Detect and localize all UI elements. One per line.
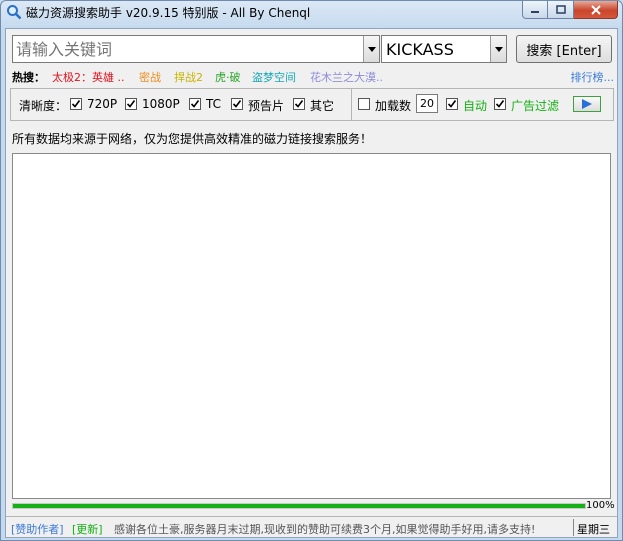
hot-item[interactable]: 密战 [139, 69, 161, 85]
checkmark-icon [126, 100, 136, 108]
hot-search-bar: 热搜： 太极2：英雄 .. 密战 捍战2 虎·破 盗梦空间 花木兰之大漠.. 排… [12, 69, 616, 85]
results-list[interactable] [12, 153, 611, 499]
checkbox-ad-filter[interactable] [494, 98, 506, 110]
label-720p: 720P [87, 97, 118, 111]
status-separator [573, 519, 574, 536]
ad-filter-label: 广告过滤 [511, 99, 560, 113]
clarity-label: 清晰度： [19, 99, 68, 113]
checkbox-1080p[interactable] [125, 98, 137, 110]
filter-options: 清晰度： 720P 1080P TC 预告片 其它 加载数 20 自动 广告过滤 [10, 88, 614, 121]
play-icon [582, 99, 592, 109]
checkmark-icon [71, 100, 81, 108]
status-weekday: 星期三 [577, 523, 610, 536]
keyword-dropdown-button[interactable] [363, 36, 379, 62]
magnet-search-icon [6, 4, 22, 20]
checkbox-other[interactable] [293, 98, 305, 110]
main-panel: KICKASS 搜索 [Enter] 热搜： 太极2：英雄 .. 密战 捍战2 … [5, 28, 618, 538]
sponsor-link[interactable]: [赞助作者] [11, 521, 64, 537]
notice-text: 所有数据均来源于网络，仅为您提供高效精准的磁力链接搜索服务！ [12, 132, 373, 146]
options-divider [351, 89, 352, 120]
hot-search-label: 热搜： [12, 71, 45, 84]
checkmark-icon [447, 100, 457, 108]
hot-item[interactable]: 盗梦空间 [252, 69, 296, 85]
hot-item[interactable]: 太极2：英雄 .. [52, 69, 125, 85]
label-trailer: 预告片 [248, 99, 285, 113]
checkbox-auto[interactable] [446, 98, 458, 110]
checkmark-icon [495, 100, 505, 108]
window-title: 磁力资源搜索助手 v20.9.15 特别版 - All By Chenql [26, 6, 311, 20]
close-button[interactable] [574, 1, 618, 19]
checkmark-icon [294, 100, 304, 108]
progress-percent: 100% [586, 500, 615, 511]
play-button[interactable] [573, 96, 601, 112]
checkbox-720p[interactable] [70, 98, 82, 110]
hot-item[interactable]: 捍战2 [174, 69, 203, 85]
progress-fill [13, 504, 585, 508]
chevron-down-icon [494, 46, 503, 52]
checkmark-icon [190, 100, 200, 108]
site-dropdown-button[interactable] [490, 36, 506, 62]
label-other: 其它 [310, 99, 335, 113]
maximize-button[interactable] [548, 1, 574, 19]
site-select[interactable]: KICKASS [381, 35, 507, 63]
window-controls [522, 1, 618, 20]
maximize-icon [555, 5, 566, 14]
app-window: 磁力资源搜索助手 v20.9.15 特别版 - All By Chenql KI… [0, 0, 623, 541]
auto-label: 自动 [463, 99, 488, 113]
site-selected-value: KICKASS [386, 40, 454, 59]
load-count-label: 加载数 [375, 99, 412, 113]
progress-bar [12, 503, 586, 509]
close-icon [590, 4, 601, 15]
minimize-button[interactable] [522, 1, 548, 19]
load-count-input[interactable]: 20 [416, 94, 438, 113]
keyword-input[interactable] [13, 36, 363, 62]
title-bar[interactable]: 磁力资源搜索助手 v20.9.15 特别版 - All By Chenql [1, 1, 622, 23]
label-tc: TC [206, 97, 222, 111]
hot-item[interactable]: 虎·破 [215, 69, 241, 85]
status-message: 感谢各位土豪,服务器月末过期,现收到的赞助可续费3个月,如果觉得助手好用,请多支… [114, 523, 536, 536]
hot-item[interactable]: 花木兰之大漠.. [310, 69, 383, 85]
minimize-icon [531, 10, 539, 13]
checkbox-tc[interactable] [189, 98, 201, 110]
ranking-link[interactable]: 排行榜... [571, 69, 615, 85]
update-link[interactable]: [更新] [72, 521, 103, 537]
search-button[interactable]: 搜索 [Enter] [516, 35, 612, 63]
checkbox-trailer[interactable] [231, 98, 243, 110]
checkbox-load-count[interactable] [358, 98, 370, 110]
checkmark-icon [232, 100, 242, 108]
status-bar: [赞助作者] [更新] 感谢各位土豪,服务器月末过期,现收到的赞助可续费3个月,… [6, 516, 617, 537]
keyword-combobox[interactable] [12, 35, 380, 63]
label-1080p: 1080P [142, 97, 180, 111]
chevron-down-icon [367, 46, 376, 52]
